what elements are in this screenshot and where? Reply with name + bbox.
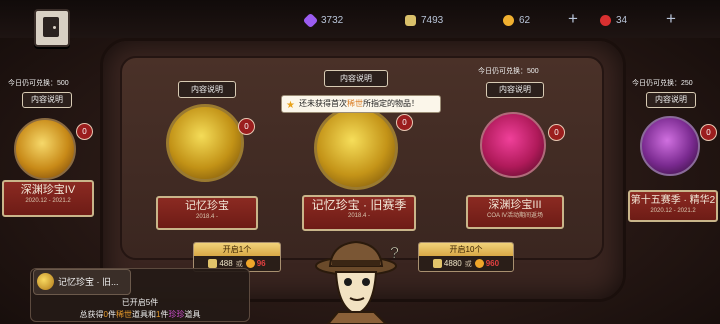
red-orb-value: 34 bbox=[616, 14, 628, 26]
red-orb-counter: 34 bbox=[600, 13, 627, 27]
add-orb-plus-icon[interactable]: + bbox=[666, 10, 676, 27]
coin-counter: 62 bbox=[503, 13, 530, 27]
memory-chest-icon bbox=[37, 273, 54, 290]
hint-tooltip: ★ 还未获得首次稀世所指定的物品！ bbox=[281, 95, 441, 113]
puzzle-counter: 7493 bbox=[405, 13, 443, 27]
tooltip-text-post: 所指定的物品！ bbox=[363, 99, 419, 108]
date-memory: 2018.4 - bbox=[195, 214, 219, 220]
puzzle-value: 7493 bbox=[421, 14, 444, 26]
summary-post: 道具 bbox=[184, 310, 201, 319]
count-badge-season15: 0 bbox=[700, 124, 717, 141]
puzzle-icon bbox=[208, 259, 218, 268]
open-10-or: 或 bbox=[464, 260, 472, 268]
tooltip-text-pre: 还未获得首次 bbox=[299, 99, 347, 108]
title-abyss4: 深渊珍宝IV bbox=[20, 184, 76, 196]
opened-count-text: 已开启5件 bbox=[121, 298, 159, 307]
banner-memory-old[interactable]: 记忆珍宝 · 旧赛季 2018.4 - bbox=[302, 195, 416, 231]
coin-icon bbox=[245, 259, 255, 268]
medal-abyss4[interactable] bbox=[14, 118, 76, 180]
detective-character: ? bbox=[315, 240, 399, 324]
tooltip-text-highlight: 稀世 bbox=[347, 99, 363, 108]
puzzle-icon bbox=[432, 259, 442, 268]
info-button-memory-old[interactable]: 内容说明 bbox=[324, 70, 388, 87]
star-icon: ★ bbox=[286, 100, 295, 111]
summary-rare-label: 稀世 bbox=[116, 310, 132, 319]
back-button[interactable] bbox=[34, 9, 70, 47]
svg-text:?: ? bbox=[390, 245, 399, 262]
open-10-prices: 4880 或 960 bbox=[419, 257, 513, 270]
title-memory: 记忆珍宝 bbox=[185, 200, 229, 212]
summary-precious-label: 珍珍 bbox=[168, 310, 185, 319]
title-memory-old: 记忆珍宝 · 旧赛季 bbox=[311, 198, 407, 212]
open-1-title: 开启1个 bbox=[194, 243, 280, 256]
summary-unit-1: 件 bbox=[108, 310, 116, 319]
open-10-coin-price: 960 bbox=[485, 259, 500, 268]
coin-value: 62 bbox=[519, 14, 531, 26]
purple-gem-icon bbox=[302, 12, 319, 28]
banner-season15[interactable]: 第十五赛季 · 精华2 2020.12 - 2021.2 bbox=[628, 190, 718, 222]
open-1-or: 或 bbox=[235, 260, 243, 268]
count-badge-abyss4: 0 bbox=[76, 123, 93, 140]
open-10-title: 开启10个 bbox=[419, 243, 513, 256]
back-door-icon bbox=[43, 17, 59, 37]
summary-pre: 总获得 bbox=[79, 310, 104, 319]
title-season15: 第十五赛季 · 精华2 bbox=[630, 195, 716, 206]
selected-header[interactable]: 记忆珍宝 · 旧... bbox=[33, 269, 131, 295]
info-button-season15[interactable]: 内容说明 bbox=[646, 92, 696, 108]
date-abyss4: 2020.12 - 2021.2 bbox=[25, 198, 71, 204]
exchange-limit-abyss3: 今日仍可兑换：500 bbox=[478, 68, 539, 75]
medal-season15[interactable] bbox=[640, 116, 700, 176]
medal-abyss3[interactable] bbox=[480, 112, 546, 178]
banner-abyss4[interactable]: 深渊珍宝IV 2020.12 - 2021.2 bbox=[2, 180, 94, 217]
banner-memory[interactable]: 记忆珍宝 2018.4 - bbox=[156, 196, 258, 230]
coin-icon bbox=[474, 259, 484, 268]
date-season15: 2020.12 - 2021.2 bbox=[650, 208, 696, 214]
info-button-memory[interactable]: 内容说明 bbox=[178, 81, 236, 98]
open-10-button[interactable]: 开启10个 4880 或 960 bbox=[418, 242, 514, 272]
info-button-abyss4[interactable]: 内容说明 bbox=[22, 92, 72, 108]
selected-name: 记忆珍宝 · 旧... bbox=[58, 277, 119, 287]
count-badge-memory-old: 0 bbox=[396, 114, 413, 131]
purple-gem-value: 3732 bbox=[321, 14, 344, 26]
count-badge-memory: 0 bbox=[238, 118, 255, 135]
add-coin-plus-icon[interactable]: + bbox=[568, 10, 578, 27]
selected-info-panel: 记忆珍宝 · 旧... 已开启5件 总获得0件稀世道具和1件珍珍道具 bbox=[30, 268, 250, 322]
open-10-puzzle-price: 4880 bbox=[443, 259, 462, 268]
banner-abyss3[interactable]: 深渊珍宝III COA IV活动期间返场 bbox=[466, 195, 564, 229]
summary-mid: 道具和 bbox=[132, 310, 156, 319]
puzzle-icon bbox=[405, 14, 416, 26]
title-abyss3: 深渊珍宝III bbox=[488, 199, 542, 211]
coin-icon bbox=[503, 14, 514, 26]
medal-memory[interactable] bbox=[166, 104, 244, 182]
medal-memory-old[interactable] bbox=[314, 106, 398, 190]
exchange-limit-abyss4: 今日仍可兑换：500 bbox=[8, 80, 69, 87]
red-orb-icon bbox=[600, 14, 611, 26]
open-1-coin-price: 96 bbox=[256, 259, 266, 268]
info-button-abyss3[interactable]: 内容说明 bbox=[486, 82, 544, 98]
count-badge-abyss3: 0 bbox=[548, 124, 565, 141]
date-abyss3: COA IV活动期间返场 bbox=[486, 213, 543, 219]
exchange-limit-season15: 今日仍可兑换：250 bbox=[632, 80, 693, 87]
obtained-summary-text: 总获得0件稀世道具和1件珍珍道具 bbox=[31, 309, 249, 320]
purple-gem-counter: 3732 bbox=[302, 12, 344, 28]
date-memory-old: 2018.4 - bbox=[347, 213, 371, 219]
open-1-puzzle-price: 488 bbox=[219, 259, 233, 268]
